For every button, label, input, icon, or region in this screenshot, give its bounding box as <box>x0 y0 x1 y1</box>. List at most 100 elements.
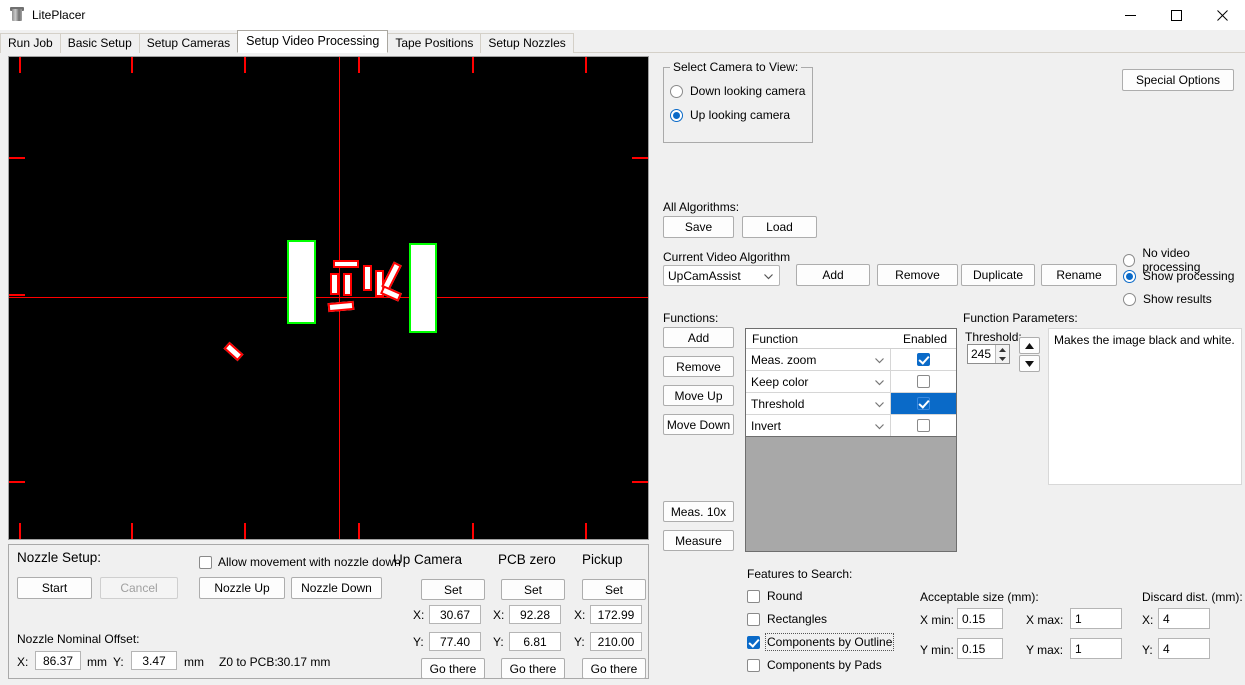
table-row[interactable]: Meas. zoom <box>746 349 956 371</box>
special-options-button[interactable]: Special Options <box>1122 69 1234 91</box>
functions-remove-button[interactable]: Remove <box>663 356 734 377</box>
nozzle-up-button[interactable]: Nozzle Up <box>199 577 285 599</box>
pickup-y-label: Y: <box>574 635 585 649</box>
threshold-spinner[interactable]: 245 <box>967 344 1010 364</box>
chevron-down-icon[interactable] <box>875 419 884 433</box>
algorithms-save-button[interactable]: Save <box>663 216 734 238</box>
table-row[interactable]: Invert <box>746 415 956 437</box>
checkbox-round[interactable]: Round <box>747 589 802 603</box>
offset-x-input[interactable]: 86.37 <box>35 651 81 670</box>
radio-up-looking-camera[interactable]: Up looking camera <box>670 108 790 122</box>
algorithm-add-button[interactable]: Add <box>796 264 870 286</box>
radio-show-results[interactable]: Show results <box>1123 292 1212 306</box>
x-min-input[interactable]: 0.15 <box>957 608 1003 629</box>
components-by-outline-label: Components by Outline <box>764 633 895 651</box>
checkbox-components-by-outline[interactable]: Components by Outline <box>747 633 895 651</box>
chevron-down-icon[interactable] <box>875 375 884 389</box>
table-row[interactable]: Threshold <box>746 393 956 415</box>
discard-y-label: Y: <box>1142 643 1153 657</box>
components-by-pads-checkbox[interactable] <box>747 658 760 672</box>
components-by-outline-checkbox[interactable] <box>747 635 760 649</box>
tab-setup-nozzles[interactable]: Setup Nozzles <box>480 33 574 53</box>
algorithm-rename-button[interactable]: Rename <box>1041 264 1117 286</box>
chevron-down-icon[interactable] <box>875 353 884 367</box>
tab-basic-setup[interactable]: Basic Setup <box>59 33 140 53</box>
offset-y-input[interactable]: 3.47 <box>131 651 177 670</box>
enabled-checkbox[interactable] <box>917 353 930 366</box>
pickup-set-button[interactable]: Set <box>582 579 646 600</box>
current-algorithm-combo[interactable]: UpCamAssist <box>663 265 780 286</box>
spinner-up-icon[interactable] <box>996 345 1009 354</box>
function-enabled-cell[interactable] <box>891 415 956 436</box>
pickup-y-input[interactable]: 210.00 <box>590 632 642 651</box>
up-camera-x-input[interactable]: 30.67 <box>429 605 481 624</box>
spinner-down-icon[interactable] <box>996 354 1009 363</box>
discard-x-input[interactable]: 4 <box>1158 608 1210 629</box>
rectangles-checkbox[interactable] <box>747 612 760 626</box>
function-name: Threshold <box>751 396 805 411</box>
checkbox-rectangles[interactable]: Rectangles <box>747 612 827 626</box>
functions-add-button[interactable]: Add <box>663 327 734 348</box>
functions-meas-10x-button[interactable]: Meas. 10x <box>663 501 734 522</box>
threshold-decrease-button[interactable] <box>1019 355 1040 372</box>
functions-move-up-button[interactable]: Move Up <box>663 385 734 406</box>
function-name-cell[interactable]: Meas. zoom <box>746 349 891 370</box>
chevron-down-icon[interactable] <box>875 397 884 411</box>
function-name-cell[interactable]: Invert <box>746 415 891 436</box>
radio-icon[interactable] <box>670 84 683 98</box>
functions-move-down-button[interactable]: Move Down <box>663 414 734 435</box>
pcb-zero-set-button[interactable]: Set <box>501 579 565 600</box>
tab-run-job[interactable]: Run Job <box>0 33 61 53</box>
enabled-checkbox[interactable] <box>917 419 930 432</box>
spinner-buttons[interactable] <box>995 345 1009 363</box>
radio-icon[interactable] <box>1123 292 1136 306</box>
radio-icon[interactable] <box>670 108 683 122</box>
x-max-input[interactable]: 1 <box>1070 608 1122 629</box>
algorithm-duplicate-button[interactable]: Duplicate <box>961 264 1035 286</box>
function-enabled-cell[interactable] <box>891 371 956 392</box>
pickup-x-input[interactable]: 172.99 <box>590 605 642 624</box>
up-camera-go-there-button[interactable]: Go there <box>421 658 485 679</box>
function-name-cell[interactable]: Threshold <box>746 393 891 414</box>
radio-icon[interactable] <box>1123 253 1136 267</box>
algorithms-load-button[interactable]: Load <box>742 216 817 238</box>
radio-show-processing[interactable]: Show processing <box>1123 269 1234 283</box>
discard-y-input[interactable]: 4 <box>1158 638 1210 659</box>
enabled-checkbox[interactable] <box>917 375 930 388</box>
function-name-cell[interactable]: Keep color <box>746 371 891 392</box>
functions-table[interactable]: Function Enabled Meas. zoom Keep color T… <box>745 328 957 552</box>
y-min-input[interactable]: 0.15 <box>957 638 1003 659</box>
y-max-input[interactable]: 1 <box>1070 638 1122 659</box>
nozzle-start-button[interactable]: Start <box>17 577 92 599</box>
camera-video-feed[interactable] <box>8 56 649 540</box>
round-checkbox[interactable] <box>747 589 760 603</box>
function-enabled-cell[interactable] <box>891 393 956 414</box>
function-enabled-cell[interactable] <box>891 349 956 370</box>
tab-setup-video-processing[interactable]: Setup Video Processing <box>237 30 389 53</box>
tab-setup-cameras[interactable]: Setup Cameras <box>138 33 239 53</box>
pickup-go-there-button[interactable]: Go there <box>582 658 646 679</box>
allow-movement-checkbox-row[interactable]: Allow movement with nozzle down <box>199 555 401 569</box>
algorithm-remove-button[interactable]: Remove <box>877 264 958 286</box>
nozzle-down-button[interactable]: Nozzle Down <box>291 577 382 599</box>
threshold-increase-button[interactable] <box>1019 337 1040 354</box>
checkbox-components-by-pads[interactable]: Components by Pads <box>747 658 882 672</box>
radio-icon[interactable] <box>1123 269 1136 283</box>
pcb-zero-y-input[interactable]: 6.81 <box>509 632 561 651</box>
close-icon[interactable] <box>1199 0 1245 30</box>
tab-tape-positions[interactable]: Tape Positions <box>387 33 482 53</box>
allow-movement-checkbox[interactable] <box>199 555 212 569</box>
radio-down-looking-camera[interactable]: Down looking camera <box>670 84 805 98</box>
minimize-icon[interactable] <box>1107 0 1153 30</box>
chevron-down-icon[interactable] <box>764 269 773 283</box>
maximize-icon[interactable] <box>1153 0 1199 30</box>
nominal-offset-label: Nozzle Nominal Offset: <box>17 632 140 646</box>
up-camera-y-input[interactable]: 77.40 <box>429 632 481 651</box>
up-camera-set-button[interactable]: Set <box>421 579 485 600</box>
enabled-checkbox[interactable] <box>917 397 930 410</box>
functions-measure-button[interactable]: Measure <box>663 530 734 551</box>
pcb-zero-x-input[interactable]: 92.28 <box>509 605 561 624</box>
table-row[interactable]: Keep color <box>746 371 956 393</box>
nozzle-cancel-button[interactable]: Cancel <box>100 577 178 599</box>
pcb-zero-go-there-button[interactable]: Go there <box>501 658 565 679</box>
